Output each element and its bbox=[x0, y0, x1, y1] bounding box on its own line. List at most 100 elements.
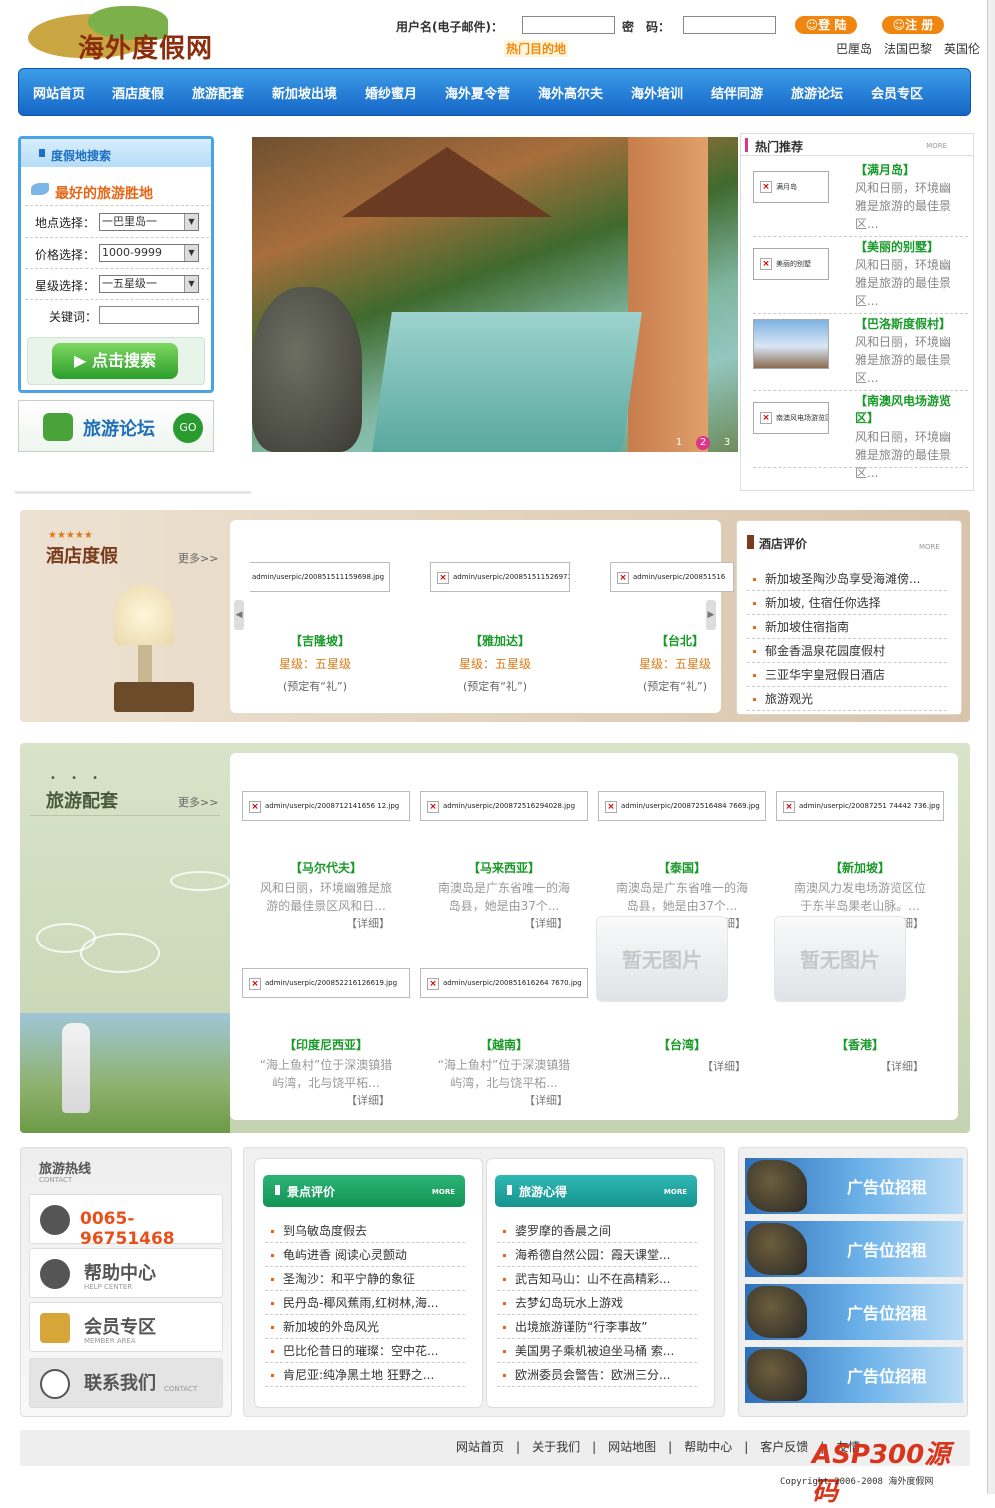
tour-image[interactable]: × admin/userpic/200872516484 7669.jpg bbox=[598, 791, 766, 821]
item-title[interactable]: 【满月岛】 bbox=[855, 161, 915, 178]
detail-link[interactable]: 【详细】 bbox=[346, 915, 390, 931]
hotel-more-link[interactable]: 更多>> bbox=[178, 550, 218, 566]
contact-us-link[interactable]: 联系我们 CONTACT bbox=[29, 1358, 223, 1408]
list-item[interactable]: 龟屿进香 阅读心灵颤动 bbox=[265, 1243, 465, 1267]
tour-name[interactable]: 【泰国】 bbox=[598, 859, 766, 876]
list-item[interactable]: 海希德自然公园：霞天课堂... bbox=[497, 1243, 697, 1267]
list-item[interactable]: 去梦幻岛玩水上游戏 bbox=[497, 1291, 697, 1315]
footer-link[interactable]: 帮助中心 bbox=[684, 1440, 732, 1454]
banner-page-1[interactable]: 1 bbox=[672, 436, 686, 450]
location-select[interactable]: 一巴里岛一 ▼ bbox=[99, 213, 199, 231]
list-item[interactable]: 新加坡, 住宿任你选择 bbox=[747, 591, 947, 615]
nav-item[interactable]: 会员专区 bbox=[871, 83, 951, 102]
hotel-image[interactable]: × admin/userpic/200851511526973.jpg bbox=[430, 562, 570, 592]
nav-item[interactable]: 海外培训 bbox=[631, 83, 711, 102]
chevron-right-icon[interactable]: ▶ bbox=[706, 600, 716, 630]
footer-link[interactable]: 网站首页 bbox=[456, 1440, 504, 1454]
tour-name[interactable]: 【马来西亚】 bbox=[420, 859, 588, 876]
nav-item[interactable]: 旅游论坛 bbox=[791, 83, 871, 102]
list-item[interactable]: 【巴洛斯度假村】 风和日丽，环境幽雅是旅游的最佳景区... bbox=[753, 315, 968, 391]
nav-item[interactable]: 海外高尔夫 bbox=[538, 83, 631, 102]
ad-banner[interactable]: 广告位招租 bbox=[745, 1284, 963, 1340]
list-item[interactable]: × 美丽的别墅 【美丽的别墅】 风和日丽，环境幽雅是旅游的最佳景区... bbox=[753, 238, 968, 314]
username-input[interactable] bbox=[522, 16, 615, 34]
list-item[interactable]: 巴比伦昔日的璀璨：空中花... bbox=[265, 1339, 465, 1363]
footer-link[interactable]: 客户反馈 bbox=[760, 1440, 808, 1454]
nav-item[interactable]: 婚纱蜜月 bbox=[365, 83, 445, 102]
detail-link[interactable]: 【详细】 bbox=[346, 1092, 390, 1108]
hotel-image[interactable]: × admin/userpic/200851516 bbox=[610, 562, 734, 592]
tour-name[interactable]: 【越南】 bbox=[420, 1036, 588, 1053]
tour-name[interactable]: 【印度尼西亚】 bbox=[242, 1036, 410, 1053]
forum-link[interactable]: 旅游论坛 GO bbox=[18, 400, 214, 452]
tour-image[interactable]: × admin/userpic/20087251 74442 736.jpg bbox=[776, 791, 944, 821]
tour-more-link[interactable]: 更多>> bbox=[178, 794, 218, 810]
item-title[interactable]: 【巴洛斯度假村】 bbox=[855, 315, 951, 332]
tour-name[interactable]: 【香港】 bbox=[776, 1036, 944, 1053]
list-item[interactable]: 欧洲委员会警告：欧洲三分... bbox=[497, 1363, 697, 1387]
tour-image[interactable]: × admin/userpic/200851616264 7670.jpg bbox=[420, 968, 588, 998]
item-title[interactable]: 【美丽的别墅】 bbox=[855, 238, 939, 255]
list-item[interactable]: 旅游观光 bbox=[747, 687, 947, 711]
more-link[interactable]: MORE bbox=[926, 142, 947, 150]
banner-page-3[interactable]: 3 bbox=[720, 436, 734, 450]
site-logo[interactable]: 海外度假网 bbox=[28, 6, 228, 64]
forum-go-button[interactable]: GO bbox=[173, 413, 203, 443]
hotel-name[interactable]: 【台北】 bbox=[610, 632, 750, 649]
nav-item[interactable]: 海外夏令营 bbox=[445, 83, 538, 102]
hot-destination-links[interactable]: 巴厘岛 法国巴黎 英国伦 bbox=[836, 40, 986, 57]
list-item[interactable]: 武吉知马山：山不在高精彩... bbox=[497, 1267, 697, 1291]
list-item[interactable]: 圣淘沙：和平宁静的象征 bbox=[265, 1267, 465, 1291]
list-item[interactable]: 新加坡圣陶沙岛享受海滩傍... bbox=[747, 567, 947, 591]
footer-link[interactable]: 网站地图 bbox=[608, 1440, 656, 1454]
detail-link[interactable]: 【详细】 bbox=[524, 915, 568, 931]
list-item[interactable]: 民丹岛-椰风蕉雨,红树林,海... bbox=[265, 1291, 465, 1315]
more-link[interactable]: MORE bbox=[919, 543, 940, 551]
login-button[interactable]: ☺登 陆 bbox=[795, 16, 857, 34]
nav-item[interactable]: 网站首页 bbox=[33, 83, 112, 102]
ad-banner[interactable]: 广告位招租 bbox=[745, 1221, 963, 1277]
list-item[interactable]: 新加坡的外岛风光 bbox=[265, 1315, 465, 1339]
no-image-placeholder[interactable]: 暂无图片 bbox=[774, 916, 906, 1002]
thumbnail-image[interactable]: × 满月岛 bbox=[753, 171, 829, 203]
more-link[interactable]: MORE bbox=[432, 1188, 455, 1196]
help-center-link[interactable]: 帮助中心 HELP CENTER bbox=[29, 1248, 223, 1298]
detail-link[interactable]: 【详细】 bbox=[524, 1092, 568, 1108]
ad-banner[interactable]: 广告位招租 bbox=[745, 1158, 963, 1214]
register-button[interactable]: ☺注 册 bbox=[882, 16, 944, 34]
list-item[interactable]: × 南澳风电场游览区 【南澳风电场游览区】 风和日丽，环境幽雅是旅游的最佳景区... bbox=[753, 392, 968, 480]
chevron-left-icon[interactable]: ◀ bbox=[234, 600, 244, 630]
hotel-name[interactable]: 【吉隆坡】 bbox=[250, 632, 390, 649]
thumbnail-image[interactable]: × 美丽的别墅 bbox=[753, 248, 829, 280]
list-item[interactable]: 三亚华宇皇冠假日酒店 bbox=[747, 663, 947, 687]
banner-page-2[interactable]: 2 bbox=[696, 436, 710, 450]
item-title[interactable]: 【南澳风电场游览区】 bbox=[855, 392, 968, 426]
tour-name[interactable]: 【马尔代夫】 bbox=[242, 859, 410, 876]
tour-name[interactable]: 【台湾】 bbox=[598, 1036, 766, 1053]
list-item[interactable]: 婆罗摩的香晨之间 bbox=[497, 1219, 697, 1243]
tour-image[interactable]: × admin/userpic/2008712141656 12.jpg bbox=[242, 791, 410, 821]
star-select[interactable]: 一五星级一 ▼ bbox=[99, 275, 199, 293]
list-item[interactable]: 美国男子乘机被迫坐马桶 索... bbox=[497, 1339, 697, 1363]
tour-name[interactable]: 【新加坡】 bbox=[776, 859, 944, 876]
banner-slideshow[interactable]: 123 bbox=[252, 137, 738, 452]
keyword-input[interactable] bbox=[99, 306, 199, 324]
thumbnail-image[interactable] bbox=[753, 319, 829, 369]
nav-item[interactable]: 旅游配套 bbox=[192, 83, 272, 102]
list-item[interactable]: 郁金香温泉花园度假村 bbox=[747, 639, 947, 663]
search-button[interactable]: ▶ 点击搜索 bbox=[52, 343, 178, 379]
hotel-image[interactable]: admin/userpic/200851511159698.jpg bbox=[250, 562, 390, 592]
page-scrollbar[interactable] bbox=[987, 0, 995, 1494]
nav-item[interactable]: 结伴同游 bbox=[711, 83, 791, 102]
more-link[interactable]: MORE bbox=[664, 1188, 687, 1196]
price-select[interactable]: 1000-9999 ▼ bbox=[99, 244, 199, 262]
password-input[interactable] bbox=[683, 16, 776, 34]
nav-item[interactable]: 酒店度假 bbox=[112, 83, 192, 102]
detail-link[interactable]: 【详细】 bbox=[702, 1058, 746, 1074]
thumbnail-image[interactable]: × 南澳风电场游览区 bbox=[753, 402, 829, 434]
list-item[interactable]: 新加坡住宿指南 bbox=[747, 615, 947, 639]
nav-item[interactable]: 新加坡出境 bbox=[272, 83, 365, 102]
hotel-name[interactable]: 【雅加达】 bbox=[430, 632, 570, 649]
tour-image[interactable]: × admin/userpic/200872516294028.jpg bbox=[420, 791, 588, 821]
list-item[interactable]: 到乌敏岛度假去 bbox=[265, 1219, 465, 1243]
